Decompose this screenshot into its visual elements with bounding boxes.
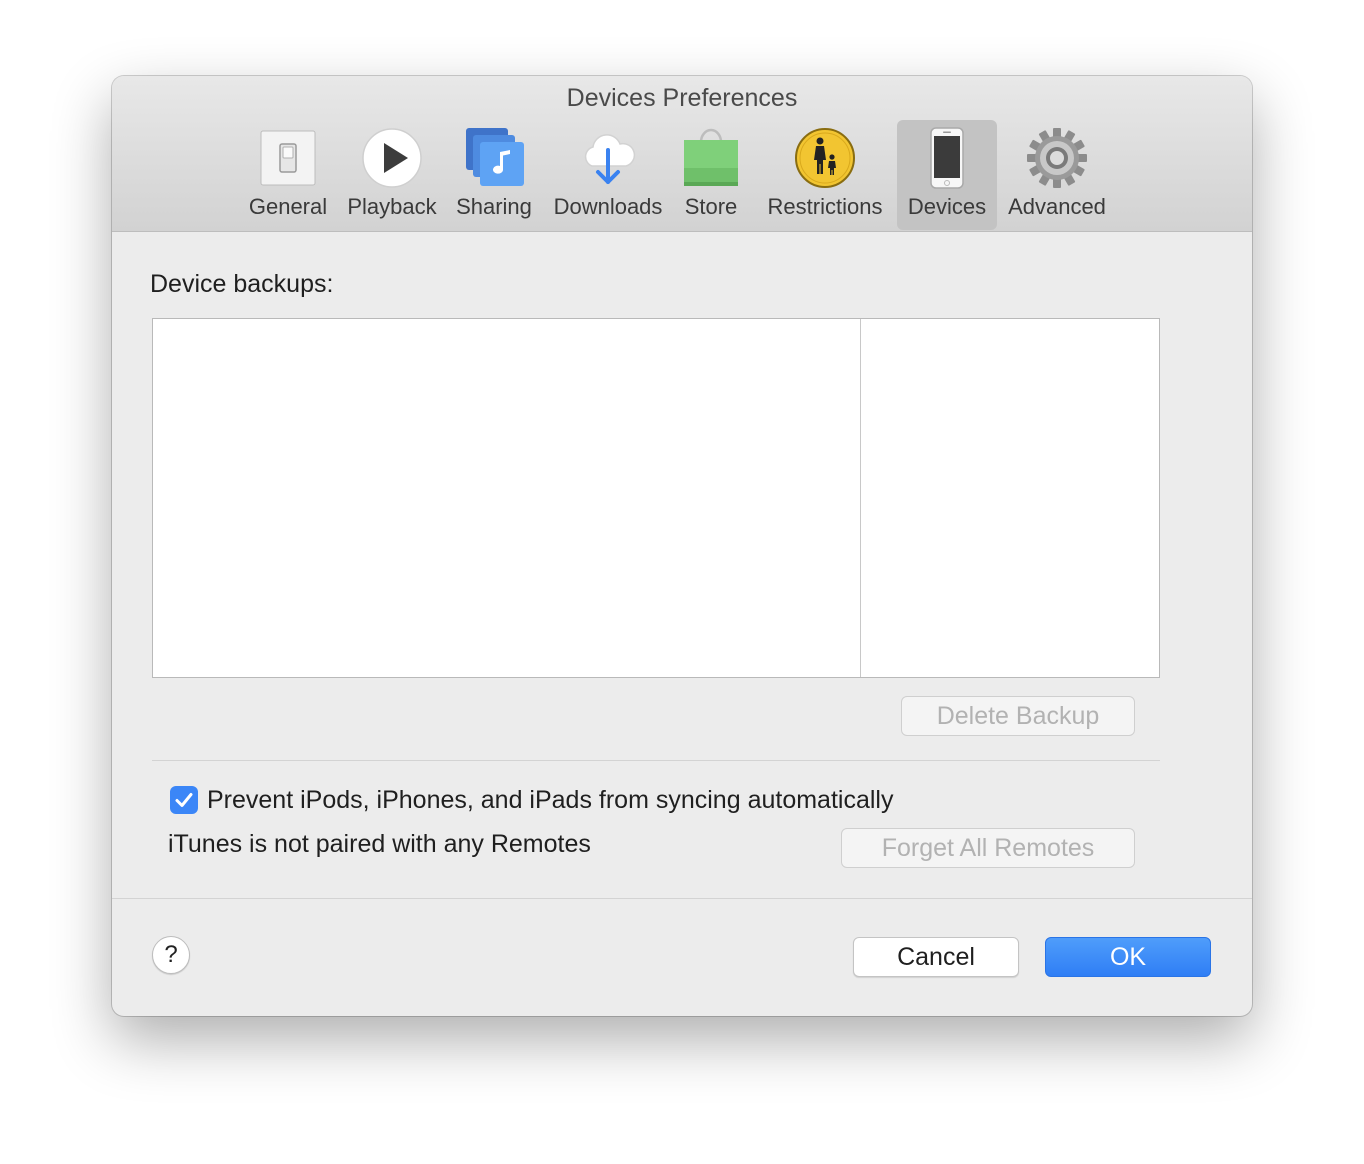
checkmark-icon — [175, 793, 193, 807]
column-divider[interactable] — [860, 319, 861, 677]
remotes-status-text: iTunes is not paired with any Remotes — [168, 830, 591, 858]
prevent-sync-checkbox[interactable] — [170, 786, 198, 814]
tab-downloads[interactable]: Downloads — [548, 120, 668, 230]
help-button[interactable]: ? — [152, 936, 190, 974]
footer-divider — [112, 898, 1252, 899]
tab-downloads-label: Downloads — [553, 194, 663, 219]
tab-playback-label: Playback — [347, 194, 437, 219]
cancel-button[interactable]: Cancel — [853, 937, 1019, 977]
tab-sharing[interactable]: Sharing — [450, 120, 538, 230]
tab-store-label: Store — [684, 194, 738, 219]
switch-icon — [260, 130, 316, 186]
tab-sharing-label: Sharing — [456, 194, 532, 219]
tab-devices[interactable]: Devices — [897, 120, 997, 230]
preferences-window: Devices Preferences General Playback Sha… — [112, 76, 1252, 1016]
iphone-icon — [930, 127, 964, 189]
cloud-download-icon — [584, 134, 636, 184]
tab-devices-label: Devices — [907, 194, 987, 219]
gear-icon — [1027, 128, 1087, 188]
tab-store[interactable]: Store — [676, 120, 746, 230]
ok-button[interactable]: OK — [1045, 937, 1211, 977]
title-bar: Devices Preferences General Playback Sha… — [112, 76, 1252, 232]
music-library-icon — [466, 128, 524, 186]
tab-restrictions-label: Restrictions — [767, 194, 883, 219]
tab-playback[interactable]: Playback — [340, 120, 444, 230]
tab-general-label: General — [248, 194, 328, 219]
tab-general[interactable]: General — [242, 120, 334, 230]
device-backups-label: Device backups: — [150, 270, 334, 298]
tab-advanced[interactable]: Advanced — [1002, 120, 1112, 230]
window-title: Devices Preferences — [566, 84, 798, 112]
parental-controls-icon — [795, 128, 855, 188]
tab-advanced-label: Advanced — [1008, 194, 1106, 219]
tab-restrictions[interactable]: Restrictions — [758, 120, 892, 230]
preferences-toolbar: General Playback Sharing Downloads Store… — [112, 120, 1252, 231]
section-divider — [152, 760, 1160, 761]
prevent-sync-label[interactable]: Prevent iPods, iPhones, and iPads from s… — [207, 786, 893, 815]
delete-backup-button[interactable]: Delete Backup — [901, 696, 1135, 736]
shopping-bag-icon — [684, 128, 738, 186]
forget-all-remotes-button[interactable]: Forget All Remotes — [841, 828, 1135, 868]
play-icon — [362, 128, 422, 188]
device-backups-table[interactable] — [152, 318, 1160, 678]
